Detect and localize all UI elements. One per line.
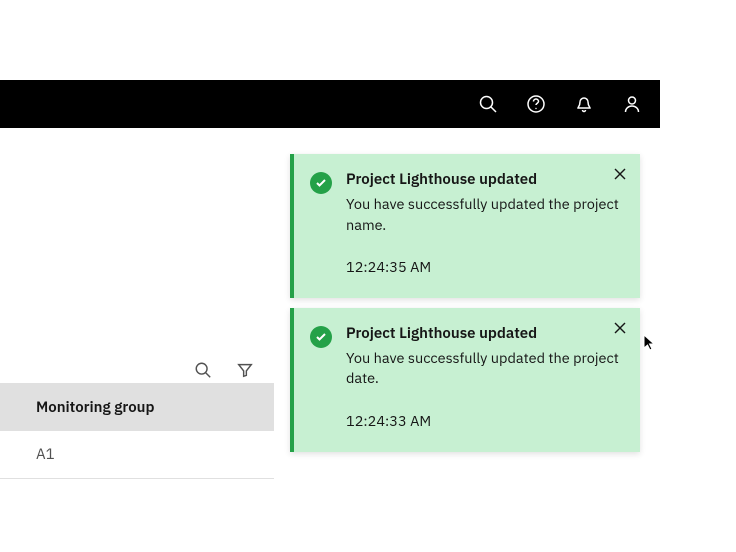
- search-icon[interactable]: [194, 361, 212, 379]
- table-row[interactable]: A1: [0, 431, 274, 479]
- close-icon[interactable]: [613, 167, 627, 181]
- filter-icon[interactable]: [236, 361, 254, 379]
- toast-message: You have successfully updated the projec…: [346, 348, 624, 389]
- toast-notification: Project Lighthouse updated You have succ…: [290, 154, 640, 298]
- app-canvas: Monitoring group A1 Project Lighthouse u…: [0, 80, 660, 552]
- close-icon[interactable]: [613, 321, 627, 335]
- search-icon[interactable]: [464, 80, 512, 128]
- toast-message: You have successfully updated the projec…: [346, 194, 624, 235]
- column-header-label: Monitoring group: [36, 398, 154, 417]
- toast-title: Project Lighthouse updated: [346, 170, 624, 190]
- toast-notification: Project Lighthouse updated You have succ…: [290, 308, 640, 452]
- toast-timestamp: 12:24:33 AM: [346, 411, 624, 430]
- notifications-icon[interactable]: [560, 80, 608, 128]
- toast-title: Project Lighthouse updated: [346, 324, 624, 344]
- table-header: Monitoring group: [0, 383, 274, 431]
- cursor-icon: [643, 334, 657, 352]
- global-header: [0, 80, 660, 128]
- toast-stack: Project Lighthouse updated You have succ…: [290, 154, 640, 462]
- toast-timestamp: 12:24:35 AM: [346, 257, 624, 276]
- user-icon[interactable]: [608, 80, 656, 128]
- cell-value: A1: [36, 445, 55, 464]
- success-icon: [310, 326, 332, 348]
- help-icon[interactable]: [512, 80, 560, 128]
- success-icon: [310, 172, 332, 194]
